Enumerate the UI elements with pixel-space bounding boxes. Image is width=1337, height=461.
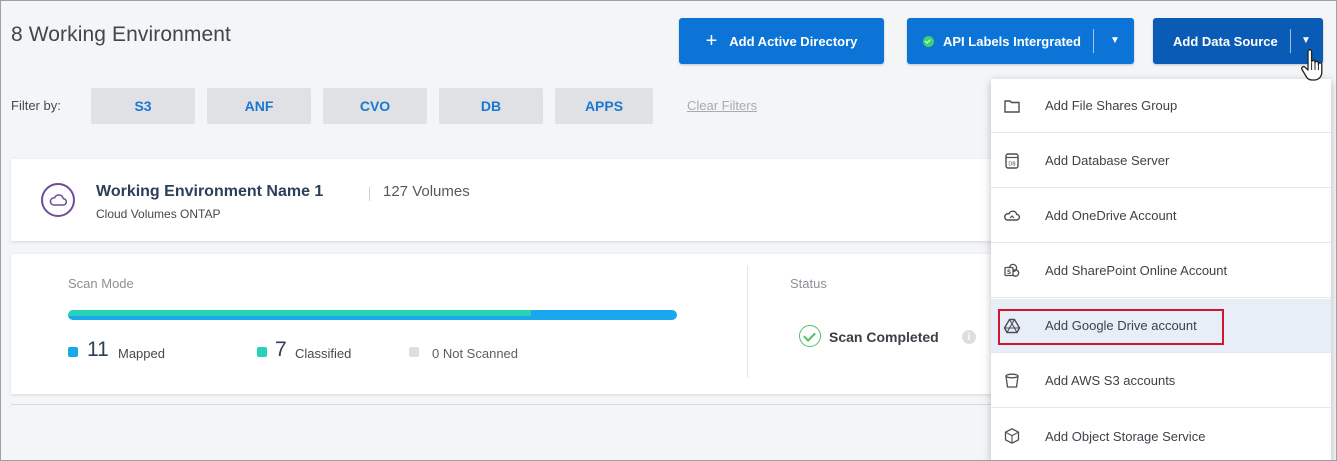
filter-label: Filter by: [11,98,61,113]
caret-down-icon[interactable]: ▼ [1110,35,1120,46]
classified-count: 7 [275,338,287,361]
button-separator [1093,29,1094,53]
filter-chip-cvo[interactable]: CVO [323,88,427,124]
menu-item-label: Add File Shares Group [1045,98,1178,113]
menu-item-database-server[interactable]: DB Add Database Server [991,134,1331,188]
menu-item-google-drive-account[interactable]: Add Google Drive account [991,299,1331,353]
caret-down-icon[interactable]: ▼ [1301,35,1311,46]
check-circle-icon [923,35,934,47]
environment-volumes: 127 Volumes [383,183,470,200]
button-separator [1290,29,1291,53]
filter-chip-apps[interactable]: APPS [555,88,653,124]
menu-item-label: Add AWS S3 accounts [1045,373,1176,388]
status-label: Status [790,276,827,291]
database-icon: DB [1005,152,1019,169]
working-environment-card[interactable]: Working Environment Name 1 127 Volumes C… [11,159,1011,241]
menu-item-label: Add OneDrive Account [1045,208,1177,223]
menu-item-label: Add Database Server [1045,153,1170,168]
classified-label: Classified [295,346,352,361]
mapped-legend-swatch [68,347,78,357]
environment-name[interactable]: Working Environment Name 1 [96,183,323,201]
api-labels-label: API Labels Intergrated [943,33,1081,49]
add-data-source-button[interactable]: Add Data Source ▼ [1153,18,1323,64]
folder-icon [1004,99,1020,113]
menu-item-onedrive-account[interactable]: Add OneDrive Account [991,189,1331,243]
status-text: Scan Completed [829,329,939,345]
add-data-source-label: Add Data Source [1173,33,1278,49]
bucket-icon [1005,373,1019,388]
scan-mode-label: Scan Mode [68,276,134,291]
menu-item-label: Add SharePoint Online Account [1045,263,1228,278]
info-icon[interactable]: i [962,330,976,344]
card-divider [747,266,748,378]
classified-legend-swatch [257,347,267,357]
mapped-count: 11 [87,338,109,361]
api-labels-button[interactable]: API Labels Intergrated ▼ [907,18,1134,64]
filter-chip-anf[interactable]: ANF [207,88,311,124]
menu-item-object-storage-service[interactable]: Add Object Storage Service [991,409,1331,460]
scan-progress-fill [68,310,531,316]
menu-item-label: Add Object Storage Service [1045,428,1206,444]
svg-text:DB: DB [1008,161,1016,167]
scan-progress-bar [68,310,677,320]
clear-filters-link[interactable]: Clear Filters [687,98,757,113]
filter-chip-db[interactable]: DB [439,88,543,124]
cloud-icon [41,183,75,217]
highlight-box [998,309,1224,345]
menu-item-sharepoint-account[interactable]: S Add SharePoint Online Account [991,244,1331,298]
scan-status-card: Scan Mode 11 Mapped 7 Classified 0 Not S… [11,254,1011,394]
sharepoint-icon: S [1004,263,1020,277]
environment-type: Cloud Volumes ONTAP [96,207,221,221]
name-divider [369,187,370,201]
menu-item-aws-s3-accounts[interactable]: Add AWS S3 accounts [991,354,1331,408]
divider [11,404,1011,405]
filter-chip-s3[interactable]: S3 [91,88,195,124]
onedrive-icon [1004,209,1021,221]
app-frame: 8 Working Environment + Add Active Direc… [0,0,1337,461]
menu-item-file-shares-group[interactable]: Add File Shares Group [991,79,1331,133]
svg-text:S: S [1007,269,1011,276]
hand-cursor-icon [1301,49,1323,81]
add-data-source-menu: Add File Shares Group DB Add Database Se… [991,79,1331,460]
not-scanned-legend-swatch [409,347,419,357]
not-scanned-label: 0 Not Scanned [432,346,519,361]
page-title: 8 Working Environment [11,23,231,46]
plus-icon: + [705,30,718,52]
cube-icon [1004,428,1020,444]
add-active-directory-button[interactable]: + Add Active Directory [679,18,884,64]
add-active-directory-label: Add Active Directory [729,33,858,49]
mapped-label: Mapped [118,346,165,361]
check-circle-icon [799,325,821,347]
